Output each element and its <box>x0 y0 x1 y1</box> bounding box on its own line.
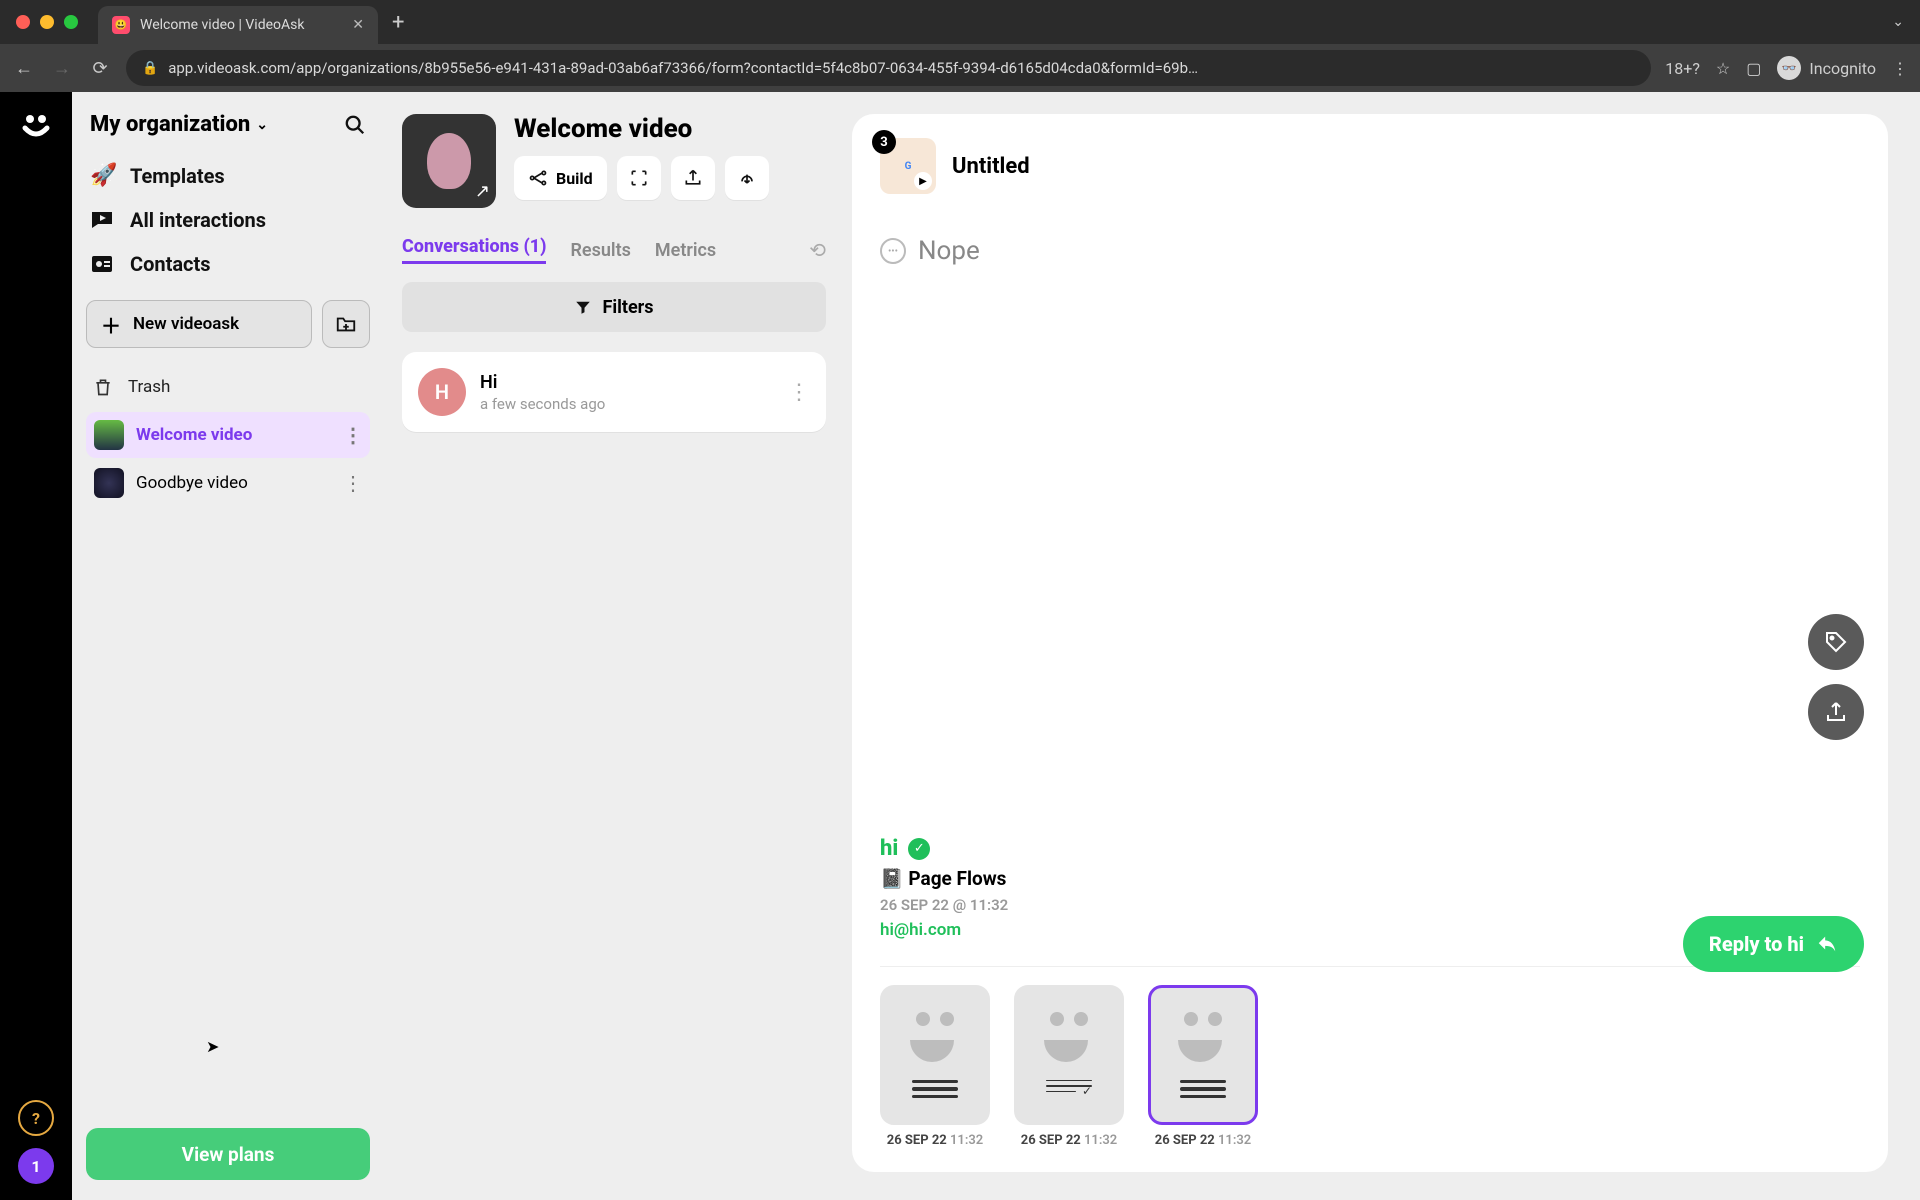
step-title: Untitled <box>952 154 1030 179</box>
sidebar-item-trash[interactable]: Trash <box>86 362 370 412</box>
new-videoask-button[interactable]: ＋ New videoask <box>86 300 312 348</box>
form-thumbnail[interactable]: ↗ <box>402 114 496 208</box>
lock-icon: 🔒 <box>142 61 158 76</box>
text-answer-icon: ••• <box>880 238 906 264</box>
reply-label: Reply to hi <box>1709 932 1804 956</box>
step-thumbnail[interactable]: 3 G ▶ <box>880 138 936 194</box>
verified-icon: ✓ <box>908 838 930 860</box>
window-minimize-icon[interactable] <box>40 15 54 29</box>
kebab-icon[interactable]: ⋮ <box>343 471 362 495</box>
window-titlebar: 😃 Welcome video | VideoAsk ✕ + ⌄ <box>0 0 1920 44</box>
conversation-card[interactable]: H Hi a few seconds ago ⋮ <box>402 352 826 432</box>
respondent-org: 📓 Page Flows <box>880 867 1860 890</box>
response-strip: 26 SEP 22 11:32 26 SEP 22 11:32 <box>880 966 1860 1148</box>
tab-favicon-icon: 😃 <box>112 16 130 34</box>
help-button[interactable]: ? <box>18 1100 54 1136</box>
plus-icon: ＋ <box>101 310 121 339</box>
response-card-selected[interactable]: 26 SEP 22 11:32 <box>1148 985 1258 1148</box>
search-icon[interactable] <box>344 114 366 136</box>
response-card[interactable]: 26 SEP 22 11:32 <box>1014 985 1124 1148</box>
contacts-icon <box>90 252 116 276</box>
detail-panel: 3 G ▶ Untitled ••• Nope <box>844 92 1920 1200</box>
chat-play-icon <box>90 208 116 232</box>
sidebar-video-welcome[interactable]: Welcome video ⋮ <box>86 412 370 458</box>
trash-label: Trash <box>128 377 170 397</box>
org-switcher[interactable]: My organization ⌄ <box>90 112 268 137</box>
kebab-menu-icon[interactable]: ⋮ <box>1892 59 1908 78</box>
video-label: Welcome video <box>136 425 252 445</box>
sidebar-item-contacts[interactable]: Contacts <box>90 252 366 276</box>
back-button[interactable]: ← <box>12 58 36 79</box>
sidebar-video-goodbye[interactable]: Goodbye video ⋮ <box>86 460 370 506</box>
export-button[interactable] <box>1808 684 1864 740</box>
incognito-label: Incognito <box>1809 59 1876 78</box>
sidebar: My organization ⌄ 🚀 Templates All intera… <box>72 92 384 1200</box>
incognito-icon: 👓 <box>1777 56 1801 80</box>
browser-tab[interactable]: 😃 Welcome video | VideoAsk ✕ <box>98 6 378 44</box>
reload-button[interactable]: ⟳ <box>88 58 112 79</box>
window-zoom-icon[interactable] <box>64 15 78 29</box>
new-tab-button[interactable]: + <box>392 10 404 35</box>
contact-name: Hi <box>480 372 605 393</box>
form-title: Welcome video <box>514 114 769 144</box>
contact-time: a few seconds ago <box>480 395 605 413</box>
url-text: app.videoask.com/app/organizations/8b955… <box>168 59 1635 77</box>
trash-icon <box>90 374 116 400</box>
filters-button[interactable]: Filters <box>402 282 826 332</box>
view-plans-label: View plans <box>182 1143 275 1166</box>
browser-toolbar: ← → ⟳ 🔒 app.videoask.com/app/organizatio… <box>0 44 1920 92</box>
eye-off-icon[interactable]: 18+? <box>1665 59 1700 78</box>
main-column: ↗ Welcome video Build <box>384 92 844 1200</box>
build-button[interactable]: Build <box>514 156 607 200</box>
avatar: H <box>418 368 466 416</box>
tab-results[interactable]: Results <box>570 240 630 261</box>
expand-icon: ↗ <box>475 181 490 202</box>
play-icon: ▶ <box>914 172 932 190</box>
filters-label: Filters <box>602 297 653 318</box>
sidebar-item-label: Contacts <box>130 252 211 276</box>
tab-close-icon[interactable]: ✕ <box>352 17 364 33</box>
chevron-down-icon: ⌄ <box>256 117 268 133</box>
respondent-date: 26 SEP 22 @ 11:32 <box>880 896 1860 914</box>
response-card[interactable]: 26 SEP 22 11:32 <box>880 985 990 1148</box>
build-label: Build <box>556 169 593 188</box>
answer-text: Nope <box>918 236 980 266</box>
respondent-name: hi <box>880 836 898 861</box>
video-label: Goodbye video <box>136 473 248 493</box>
new-videoask-label: New videoask <box>133 314 239 334</box>
step-count-badge: 3 <box>872 130 896 154</box>
sidebar-item-templates[interactable]: 🚀 Templates <box>90 163 366 188</box>
video-thumbnail-icon <box>94 468 124 498</box>
sidebar-item-label: Templates <box>130 164 225 188</box>
new-folder-button[interactable] <box>322 300 370 348</box>
address-bar[interactable]: 🔒 app.videoask.com/app/organizations/8b9… <box>126 50 1651 86</box>
notifications-button[interactable]: 1 <box>18 1148 54 1184</box>
forward-button: → <box>50 58 74 79</box>
app-rail: ? 1 <box>0 92 72 1200</box>
video-thumbnail-icon <box>94 420 124 450</box>
view-plans-button[interactable]: View plans <box>86 1128 370 1180</box>
panel-icon[interactable]: ▢ <box>1746 59 1761 78</box>
rocket-icon: 🚀 <box>90 163 116 188</box>
sidebar-item-label: All interactions <box>130 208 266 232</box>
org-name: My organization <box>90 112 250 137</box>
refresh-icon[interactable]: ⟲ <box>809 238 826 262</box>
incognito-indicator[interactable]: 👓 Incognito <box>1777 56 1876 80</box>
kebab-icon[interactable]: ⋮ <box>788 380 810 405</box>
tab-conversations[interactable]: Conversations (1) <box>402 236 546 264</box>
tabs-chevron-icon[interactable]: ⌄ <box>1892 14 1904 30</box>
window-close-icon[interactable] <box>16 15 30 29</box>
reply-button[interactable]: Reply to hi <box>1683 916 1864 972</box>
tab-metrics[interactable]: Metrics <box>655 240 716 261</box>
kebab-icon[interactable]: ⋮ <box>343 423 362 447</box>
tag-button[interactable] <box>1808 614 1864 670</box>
download-button[interactable] <box>725 156 769 200</box>
tab-title: Welcome video | VideoAsk <box>140 17 304 33</box>
share-button[interactable] <box>671 156 715 200</box>
star-icon[interactable]: ☆ <box>1716 59 1730 78</box>
qr-button[interactable] <box>617 156 661 200</box>
sidebar-item-interactions[interactable]: All interactions <box>90 208 366 232</box>
cursor-icon: ➤ <box>206 1037 219 1056</box>
videoask-logo-icon[interactable] <box>21 110 51 140</box>
